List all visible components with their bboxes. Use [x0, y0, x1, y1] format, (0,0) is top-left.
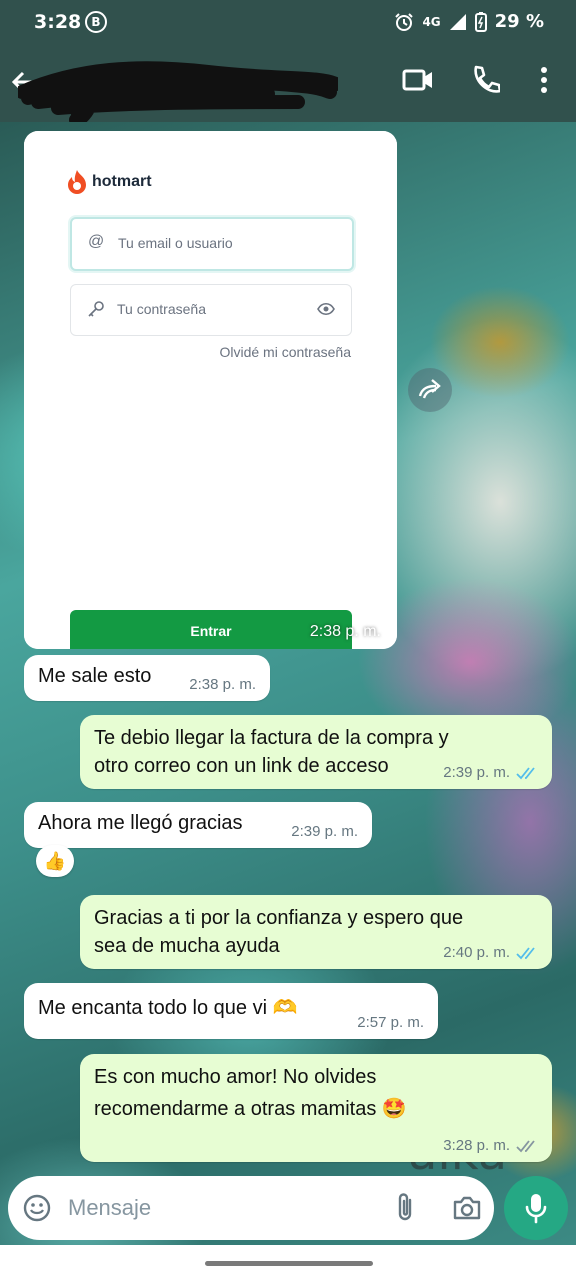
alarm-icon [395, 12, 414, 31]
message-text: Me encanta todo lo que vi 🫶 [38, 997, 298, 1019]
flame-icon [68, 170, 86, 194]
hotmart-login-screenshot: hotmart @ Tu email o usuario Tu contrase… [24, 131, 397, 649]
message-bubble-outgoing[interactable]: Gracias a ti por la confianza y espero q… [80, 895, 552, 969]
at-icon: @ [88, 233, 105, 250]
message-meta: 2:39 p. m. [291, 824, 358, 840]
phone-call-icon[interactable] [470, 64, 500, 96]
image-message[interactable]: hotmart @ Tu email o usuario Tu contrase… [24, 131, 397, 649]
delivered-ticks-icon [516, 1140, 535, 1153]
message-time: 2:39 p. m. [291, 823, 358, 840]
battery-icon [474, 11, 487, 32]
message-time: 2:40 p. m. [443, 944, 510, 961]
message-meta: 2:38 p. m. [189, 677, 256, 693]
message-line-1: Te debio llegar la factura de la compra … [94, 727, 449, 749]
message-bubble-outgoing[interactable]: Es con mucho amor! No olvides recomendar… [80, 1054, 552, 1162]
message-time: 3:28 p. m. [443, 1137, 510, 1154]
notification-badge-icon: B [85, 11, 107, 33]
system-nav-bar [0, 1245, 576, 1280]
forward-button[interactable] [408, 368, 452, 412]
message-line-1: Gracias a ti por la confianza y espero q… [94, 907, 464, 929]
password-placeholder: Tu contraseña [117, 301, 206, 317]
eye-icon [317, 302, 335, 316]
message-line-2: otro correo con un link de acceso [94, 755, 389, 777]
network-type: 4G [422, 14, 441, 29]
message-line-2: sea de mucha ayuda [94, 935, 280, 957]
message-text: Ahora me llegó gracias [38, 812, 243, 834]
hotmart-brand: hotmart [92, 173, 152, 190]
status-bar: 3:28 B 4G 29 % [0, 0, 576, 44]
redaction-scribble [18, 61, 338, 122]
attach-icon[interactable] [394, 1192, 416, 1224]
message-bubble-incoming[interactable]: Ahora me llegó gracias 2:39 p. m. [24, 802, 372, 848]
forward-icon [418, 379, 441, 399]
message-input[interactable]: Mensaje [68, 1195, 151, 1221]
signal-icon [449, 13, 466, 30]
email-field: @ Tu email o usuario [70, 217, 354, 271]
voice-message-button[interactable] [504, 1176, 568, 1240]
message-time: 2:38 p. m. [189, 676, 256, 693]
key-icon [88, 301, 104, 317]
more-options-icon[interactable] [540, 64, 548, 96]
battery-percent: 29 % [494, 11, 544, 32]
message-bubble-outgoing[interactable]: Te debio llegar la factura de la compra … [80, 715, 552, 789]
reaction-badge[interactable]: 👍 [36, 845, 74, 877]
home-gesture-pill[interactable] [205, 1261, 373, 1266]
message-meta: 2:39 p. m. [443, 765, 538, 781]
hotmart-logo: hotmart [66, 169, 152, 195]
password-field: Tu contraseña [70, 284, 352, 336]
forgot-password-link: Olvidé mi contraseña [219, 344, 351, 360]
microphone-icon [525, 1194, 547, 1224]
status-indicators: 4G 29 % [394, 11, 544, 32]
message-bubble-incoming[interactable]: Me encanta todo lo que vi 🫶 2:57 p. m. [24, 983, 438, 1039]
message-line-1: Es con mucho amor! No olvides [94, 1066, 377, 1088]
message-meta: 2:40 p. m. [443, 945, 538, 961]
email-placeholder: Tu email o usuario [118, 235, 233, 251]
message-time: 2:57 p. m. [357, 1014, 424, 1031]
message-bubble-incoming[interactable]: Me sale esto 2:38 p. m. [24, 655, 270, 701]
camera-icon[interactable] [452, 1194, 482, 1222]
message-text: Me sale esto [38, 665, 152, 687]
read-ticks-icon [516, 947, 535, 960]
message-composer[interactable]: Mensaje [8, 1176, 494, 1240]
message-time: 2:38 p. m. [309, 623, 381, 640]
message-line-2: recomendarme a otras mamitas 🤩 [94, 1098, 407, 1120]
message-meta: 3:28 p. m. [443, 1138, 538, 1154]
read-ticks-icon [516, 767, 535, 780]
emoji-icon[interactable] [22, 1193, 52, 1223]
video-call-icon[interactable] [402, 64, 434, 96]
status-time: 3:28 [34, 11, 82, 33]
message-time: 2:39 p. m. [443, 764, 510, 781]
message-meta: 2:57 p. m. [357, 1015, 424, 1031]
